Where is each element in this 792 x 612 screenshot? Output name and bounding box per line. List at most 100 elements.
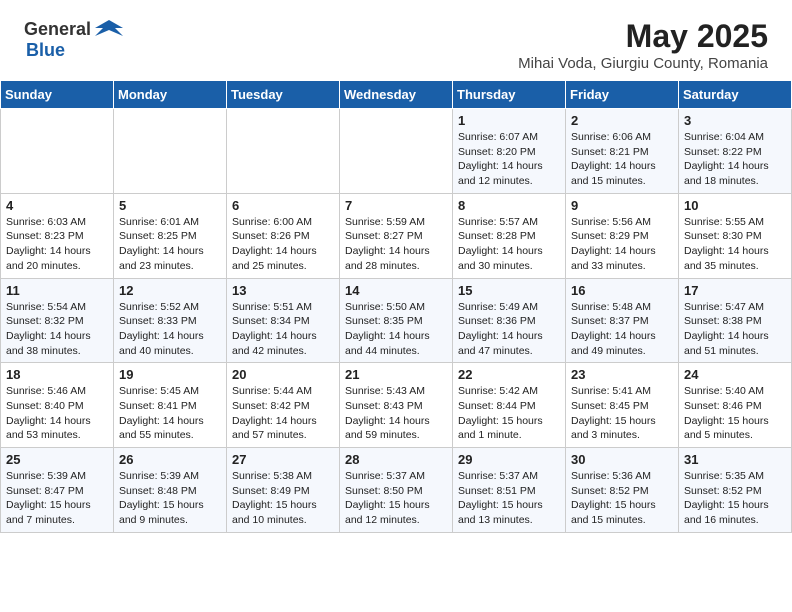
calendar-cell: 15Sunrise: 5:49 AM Sunset: 8:36 PM Dayli… [453, 278, 566, 363]
title-block: May 2025 Mihai Voda, Giurgiu County, Rom… [518, 18, 768, 72]
day-number: 18 [6, 367, 108, 382]
calendar-cell: 22 Sunrise: 5:42 AM Sunset: 8:44 PM Dayli… [453, 363, 566, 448]
week-row-2: 4 Sunrise: 6:03 AM Sunset: 8:23 PM Daylig… [1, 193, 792, 278]
day-number: 17 [684, 283, 786, 298]
day-number: 11 [6, 283, 108, 298]
cell-info: Sunrise: 5:35 AM Sunset: 8:52 PM Dayligh… [684, 469, 786, 528]
calendar-cell: 18 Sunrise: 5:46 AM Sunset: 8:40 PM Dayli… [1, 363, 114, 448]
day-number: 8 [458, 198, 560, 213]
day-number: 31 [684, 452, 786, 467]
day-number: 24 [684, 367, 786, 382]
calendar-cell: 13Sunrise: 5:51 AM Sunset: 8:34 PM Dayli… [227, 278, 340, 363]
day-number: 2 [571, 113, 673, 128]
calendar-cell: 7 Sunrise: 5:59 AM Sunset: 8:27 PM Daylig… [340, 193, 453, 278]
cell-info: Sunrise: 5:45 AM Sunset: 8:41 PM Dayligh… [119, 384, 221, 443]
cell-info: Sunrise: 5:46 AM Sunset: 8:40 PM Dayligh… [6, 384, 108, 443]
weekday-header-wednesday: Wednesday [340, 81, 453, 109]
cell-info: Sunrise: 6:04 AM Sunset: 8:22 PM Dayligh… [684, 130, 786, 189]
calendar-header: SundayMondayTuesdayWednesdayThursdayFrid… [1, 81, 792, 109]
calendar-cell: 2 Sunrise: 6:06 AM Sunset: 8:21 PM Daylig… [566, 109, 679, 194]
cell-info: Sunrise: 5:41 AM Sunset: 8:45 PM Dayligh… [571, 384, 673, 443]
calendar-cell: 5 Sunrise: 6:01 AM Sunset: 8:25 PM Daylig… [114, 193, 227, 278]
cell-info: Sunrise: 6:03 AM Sunset: 8:23 PM Dayligh… [6, 215, 108, 274]
cell-info: Sunrise: 5:57 AM Sunset: 8:28 PM Dayligh… [458, 215, 560, 274]
header: General Blue May 2025 Mihai Voda, Giurgi… [0, 0, 792, 80]
month-year: May 2025 [518, 18, 768, 55]
day-number: 4 [6, 198, 108, 213]
cell-info: Sunrise: 5:36 AM Sunset: 8:52 PM Dayligh… [571, 469, 673, 528]
weekday-header-sunday: Sunday [1, 81, 114, 109]
calendar-cell: 11 Sunrise: 5:54 AM Sunset: 8:32 PM Dayli… [1, 278, 114, 363]
calendar-cell: 31 Sunrise: 5:35 AM Sunset: 8:52 PM Dayli… [679, 448, 792, 533]
calendar-cell: 10 Sunrise: 5:55 AM Sunset: 8:30 PM Dayli… [679, 193, 792, 278]
cell-info: Sunrise: 5:43 AM Sunset: 8:43 PM Dayligh… [345, 384, 447, 443]
cell-info: Sunrise: 5:47 AM Sunset: 8:38 PM Dayligh… [684, 300, 786, 359]
cell-info: Sunrise: 6:01 AM Sunset: 8:25 PM Dayligh… [119, 215, 221, 274]
calendar-cell: 24 Sunrise: 5:40 AM Sunset: 8:46 PM Dayli… [679, 363, 792, 448]
calendar-cell: 3Sunrise: 6:04 AM Sunset: 8:22 PM Daylig… [679, 109, 792, 194]
cell-info: Sunrise: 5:38 AM Sunset: 8:49 PM Dayligh… [232, 469, 334, 528]
cell-info: Sunrise: 5:39 AM Sunset: 8:47 PM Dayligh… [6, 469, 108, 528]
calendar-cell: 12 Sunrise: 5:52 AM Sunset: 8:33 PM Dayli… [114, 278, 227, 363]
day-number: 20 [232, 367, 334, 382]
day-number: 1 [458, 113, 560, 128]
calendar-cell: 23 Sunrise: 5:41 AM Sunset: 8:45 PM Dayli… [566, 363, 679, 448]
day-number: 19 [119, 367, 221, 382]
day-number: 5 [119, 198, 221, 213]
cell-info: Sunrise: 5:37 AM Sunset: 8:50 PM Dayligh… [345, 469, 447, 528]
cell-info: Sunrise: 5:59 AM Sunset: 8:27 PM Dayligh… [345, 215, 447, 274]
cell-info: Sunrise: 5:39 AM Sunset: 8:48 PM Dayligh… [119, 469, 221, 528]
calendar-cell [227, 109, 340, 194]
calendar-cell: 8 Sunrise: 5:57 AM Sunset: 8:28 PM Daylig… [453, 193, 566, 278]
day-number: 23 [571, 367, 673, 382]
calendar-cell: 19 Sunrise: 5:45 AM Sunset: 8:41 PM Dayli… [114, 363, 227, 448]
cell-info: Sunrise: 5:49 AM Sunset: 8:36 PM Dayligh… [458, 300, 560, 359]
cell-info: Sunrise: 5:55 AM Sunset: 8:30 PM Dayligh… [684, 215, 786, 274]
weekday-header-monday: Monday [114, 81, 227, 109]
day-number: 9 [571, 198, 673, 213]
logo-general-text: General [24, 19, 91, 40]
calendar-cell: 29 Sunrise: 5:37 AM Sunset: 8:51 PM Dayli… [453, 448, 566, 533]
day-number: 28 [345, 452, 447, 467]
calendar-cell: 21Sunrise: 5:43 AM Sunset: 8:43 PM Dayli… [340, 363, 453, 448]
logo-blue-text: Blue [26, 40, 65, 61]
day-number: 27 [232, 452, 334, 467]
cell-info: Sunrise: 5:54 AM Sunset: 8:32 PM Dayligh… [6, 300, 108, 359]
calendar-cell: 17 Sunrise: 5:47 AM Sunset: 8:38 PM Dayli… [679, 278, 792, 363]
calendar-cell: 16Sunrise: 5:48 AM Sunset: 8:37 PM Dayli… [566, 278, 679, 363]
calendar-body: 1Sunrise: 6:07 AM Sunset: 8:20 PM Daylig… [1, 109, 792, 533]
day-number: 30 [571, 452, 673, 467]
calendar-cell: 1Sunrise: 6:07 AM Sunset: 8:20 PM Daylig… [453, 109, 566, 194]
cell-info: Sunrise: 5:40 AM Sunset: 8:46 PM Dayligh… [684, 384, 786, 443]
day-number: 7 [345, 198, 447, 213]
calendar-cell [340, 109, 453, 194]
logo-bird-icon [95, 18, 123, 40]
day-number: 26 [119, 452, 221, 467]
location: Mihai Voda, Giurgiu County, Romania [518, 55, 768, 72]
calendar-cell: 9Sunrise: 5:56 AM Sunset: 8:29 PM Daylig… [566, 193, 679, 278]
cell-info: Sunrise: 6:06 AM Sunset: 8:21 PM Dayligh… [571, 130, 673, 189]
day-number: 6 [232, 198, 334, 213]
day-number: 12 [119, 283, 221, 298]
day-number: 13 [232, 283, 334, 298]
calendar-cell [114, 109, 227, 194]
calendar-cell: 26 Sunrise: 5:39 AM Sunset: 8:48 PM Dayli… [114, 448, 227, 533]
cell-info: Sunrise: 5:50 AM Sunset: 8:35 PM Dayligh… [345, 300, 447, 359]
cell-info: Sunrise: 5:42 AM Sunset: 8:44 PM Dayligh… [458, 384, 560, 443]
calendar: SundayMondayTuesdayWednesdayThursdayFrid… [0, 80, 792, 533]
week-row-1: 1Sunrise: 6:07 AM Sunset: 8:20 PM Daylig… [1, 109, 792, 194]
cell-info: Sunrise: 6:00 AM Sunset: 8:26 PM Dayligh… [232, 215, 334, 274]
calendar-cell: 4 Sunrise: 6:03 AM Sunset: 8:23 PM Daylig… [1, 193, 114, 278]
day-number: 10 [684, 198, 786, 213]
cell-info: Sunrise: 5:52 AM Sunset: 8:33 PM Dayligh… [119, 300, 221, 359]
weekday-header-saturday: Saturday [679, 81, 792, 109]
cell-info: Sunrise: 5:37 AM Sunset: 8:51 PM Dayligh… [458, 469, 560, 528]
day-number: 25 [6, 452, 108, 467]
calendar-cell: 14 Sunrise: 5:50 AM Sunset: 8:35 PM Dayli… [340, 278, 453, 363]
day-number: 16 [571, 283, 673, 298]
calendar-cell: 27 Sunrise: 5:38 AM Sunset: 8:49 PM Dayli… [227, 448, 340, 533]
day-number: 22 [458, 367, 560, 382]
day-number: 29 [458, 452, 560, 467]
day-number: 14 [345, 283, 447, 298]
weekday-header-friday: Friday [566, 81, 679, 109]
